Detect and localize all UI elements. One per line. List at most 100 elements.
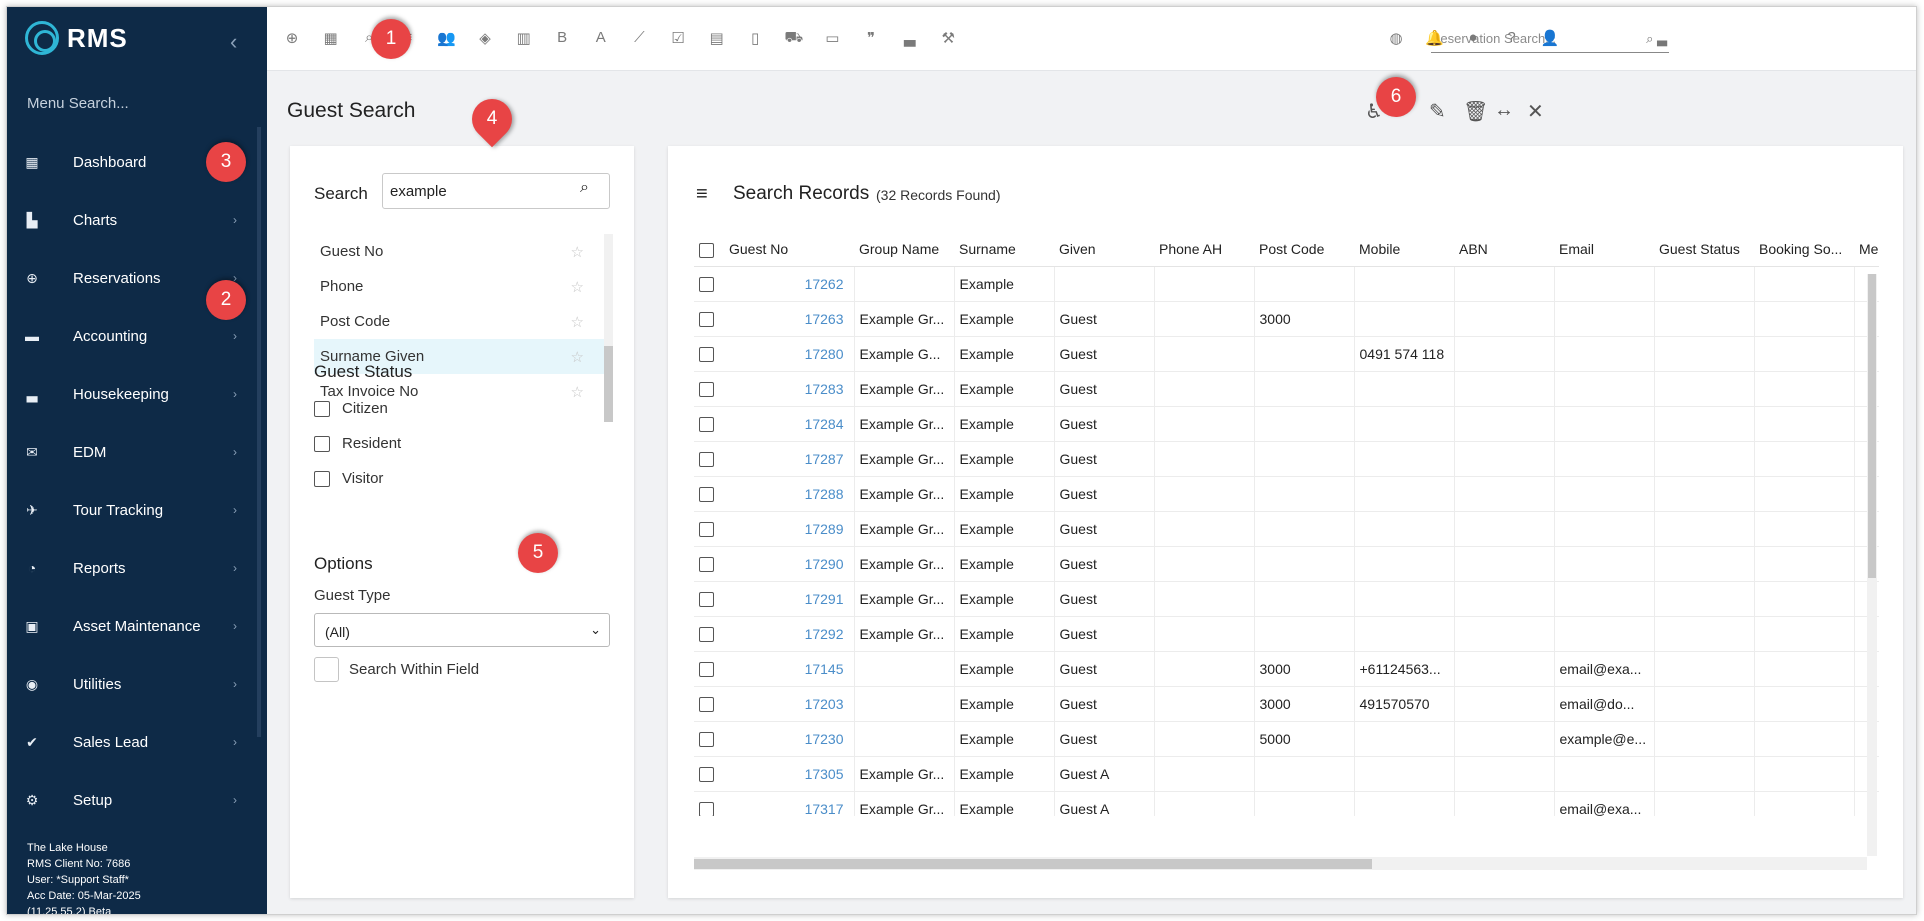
table-row[interactable]: 17145 Example Guest 3000 +61124563... email@e… [694,651,1879,687]
row-checkbox[interactable] [699,381,714,397]
table-row[interactable]: 17203 Example Guest 3000 491570570 email@do..… [694,686,1879,722]
status-checkbox[interactable] [314,400,330,417]
row-checkbox[interactable] [699,486,714,502]
bed-icon[interactable]: ▃ [899,29,921,51]
star-icon[interactable]: ☆ [571,348,584,366]
collapse-sidebar-icon[interactable]: ‹ [230,29,237,55]
document-icon[interactable]: ▯ [744,29,766,51]
table-row[interactable]: 17263 Example Gr... Example Guest 3000 [694,301,1879,337]
calendar-icon[interactable]: ▦ [320,29,342,51]
column-header-mobile[interactable]: Mobile [1354,233,1454,267]
sidebar-item-charts[interactable]: ▙ Charts › [7,191,249,249]
sidebar-item-asset-maintenance[interactable]: ▣ Asset Maintenance › [7,597,249,655]
sidebar-item-utilities[interactable]: ◉ Utilities › [7,655,249,713]
guest-number-link[interactable]: 17280 [724,336,855,372]
table-horizontal-scrollbar[interactable] [694,857,1867,870]
sidebar-item-reports[interactable]: ◔ Reports › [7,539,249,597]
ticket-icon[interactable]: ▭ [821,29,843,51]
guest-number-link[interactable]: 17283 [724,371,855,407]
map-icon[interactable]: ▥ [513,29,535,51]
table-row[interactable]: 17290 Example Gr... Example Guest [694,546,1879,582]
star-icon[interactable]: ☆ [571,313,584,331]
guest-number-link[interactable]: 17291 [724,581,855,617]
row-checkbox[interactable] [699,556,714,572]
guest-number-link[interactable]: 17292 [724,616,855,652]
column-header-email[interactable]: Email [1554,233,1654,267]
column-header-post-code[interactable]: Post Code [1254,233,1354,267]
guest-number-link[interactable]: 17263 [724,301,855,337]
guest-number-link[interactable]: 17317 [724,791,855,816]
table-row[interactable]: 17284 Example Gr... Example Guest [694,406,1879,442]
row-checkbox[interactable] [699,311,714,327]
guest-number-link[interactable]: 17305 [724,756,855,792]
guest-number-link[interactable]: 17203 [724,686,855,722]
sidebar-item-sales-lead[interactable]: ✔ Sales Lead › [7,713,249,771]
sidebar-scrollbar[interactable] [257,127,261,737]
table-row[interactable]: 17292 Example Gr... Example Guest [694,616,1879,652]
delete-icon[interactable]: 🗑 [1463,99,1488,124]
row-checkbox[interactable] [699,661,714,677]
sidebar-item-tour-tracking[interactable]: ✈ Tour Tracking › [7,481,249,539]
status-resident[interactable]: Resident [314,435,401,452]
font-icon[interactable]: A [590,29,612,51]
table-row[interactable]: 17305 Example Gr... Example Guest A [694,756,1879,792]
column-header-guest-status[interactable]: Guest Status [1654,233,1754,267]
row-checkbox[interactable] [699,801,714,816]
close-icon[interactable]: ✕ [1527,99,1544,124]
table-row[interactable]: 17317 Example Gr... Example Guest A email@ex… [694,791,1879,816]
bold-icon[interactable]: B [551,29,573,51]
row-checkbox[interactable] [699,591,714,607]
table-row[interactable]: 17287 Example Gr... Example Guest [694,441,1879,477]
guest-number-link[interactable]: 17290 [724,546,855,582]
expand-width-icon[interactable]: ↔ [1494,99,1514,122]
row-checkbox[interactable] [699,731,714,747]
column-header-given[interactable]: Given [1054,233,1154,267]
search-within-checkbox[interactable] [314,657,339,682]
globe-icon[interactable]: ◍ [1385,29,1407,51]
guest-number-link[interactable]: 17284 [724,406,855,442]
guest-type-select[interactable]: (All) ⌄ [314,613,610,647]
row-checkbox[interactable] [699,416,714,432]
row-checkbox[interactable] [699,451,714,467]
status-visitor[interactable]: Visitor [314,470,383,487]
status-citizen[interactable]: Citizen [314,400,388,417]
star-icon[interactable]: ☆ [571,278,584,296]
select-all-checkbox[interactable] [699,242,714,258]
add-icon[interactable]: ⊕ [281,29,303,51]
column-header-abn[interactable]: ABN [1454,233,1554,267]
row-checkbox[interactable] [699,766,714,782]
field-list-scrollbar[interactable] [604,234,613,422]
guest-number-link[interactable]: 17145 [724,651,855,687]
reservation-search-icon[interactable]: ⌕ ▃ [1646,31,1667,47]
id-card-icon[interactable]: ▤ [706,29,728,51]
table-row[interactable]: 17283 Example Gr... Example Guest [694,371,1879,407]
guest-number-link[interactable]: 17289 [724,511,855,547]
column-header-phone-ah[interactable]: Phone AH [1154,233,1254,267]
search-input[interactable]: example [382,173,610,209]
user-icon[interactable]: 👤 [1539,29,1561,51]
table-row[interactable]: 17288 Example Gr... Example Guest [694,476,1879,512]
bell-icon[interactable]: 🔔 [1424,29,1446,51]
column-header-booking-so-[interactable]: Booking So... [1754,233,1854,267]
help-icon[interactable]: ? [1501,29,1523,51]
guest-number-link[interactable]: 17262 [724,266,855,302]
column-header-surname[interactable]: Surname [954,233,1054,267]
column-header-group-name[interactable]: Group Name [854,233,954,267]
cart-icon[interactable]: ⛟ [783,29,805,51]
checklist-icon[interactable]: ☑ [667,29,689,51]
star-icon[interactable]: ☆ [571,383,584,401]
row-checkbox[interactable] [699,346,714,362]
table-row[interactable]: 17280 Example G... Example Guest 0491 574 11… [694,336,1879,372]
status-checkbox[interactable] [314,470,330,487]
column-header-guest-no[interactable]: Guest No [724,233,854,267]
menu-icon[interactable]: ≡ [696,183,708,206]
guest-number-link[interactable]: 17288 [724,476,855,512]
rms-logo[interactable]: RMS [25,21,128,55]
sidebar-item-housekeeping[interactable]: ▃ Housekeeping › [7,365,249,423]
row-checkbox[interactable] [699,521,714,537]
guest-number-link[interactable]: 17230 [724,721,855,757]
edit-icon[interactable]: ✎ [1429,99,1446,124]
row-checkbox[interactable] [699,696,714,712]
table-row[interactable]: 17291 Example Gr... Example Guest [694,581,1879,617]
table-row[interactable]: 17262 Example [694,266,1879,302]
